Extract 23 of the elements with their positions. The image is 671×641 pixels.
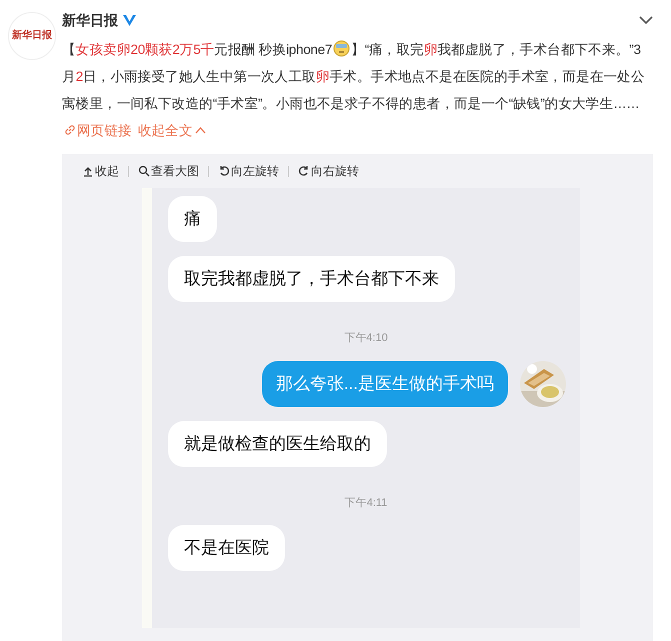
toolbar-button[interactable]: 查看大图 [138,162,199,180]
timestamp: 下午4:11 [344,496,388,510]
toolbar-button[interactable]: 收起 [82,162,119,180]
received-message: 取完我都虚脱了，手术台都下不来 [168,256,455,302]
received-message: 就是做检查的医生给取的 [168,420,387,466]
sent-message: 那么夸张...是医生做的手术吗 [262,360,508,406]
search-icon [138,165,150,177]
toolbar-button[interactable]: 向右旋转 [298,162,359,180]
received-message: 不是在医院 [168,525,285,571]
chevron-up-icon [194,126,206,134]
chevron-down-icon[interactable] [639,16,653,24]
rotate-left-icon [218,165,230,177]
account-logo[interactable]: 新华日报 [8,12,56,60]
received-message: 痛 [168,196,217,242]
post-text: 【女孩卖卵20颗获2万5千元报酬 秒换iphone7 】“痛，取完卵我都虚脱了，手术台都下不来。”3月 2日，小雨接受了她人生中第一次人工取卵手术。手术地点不是在医院的手术室，而是在一处公寓楼里，一间私下改造的“手术室”。小雨也不是求子不得的患者，而是一个“缺钱”的女大学生…… 网页链接 收起全文 [62,39,646,140]
rotate-right-icon [298,165,310,177]
arrow-up-icon [82,165,94,177]
toolbar-button[interactable]: 向左旋转 [218,162,279,180]
timestamp: 下午4:10 [344,331,388,346]
link-icon [64,124,76,136]
author-name[interactable]: 新华日报 [62,10,118,30]
emoji-face-icon [333,40,350,57]
logo-text: 新华日报 [12,31,52,41]
